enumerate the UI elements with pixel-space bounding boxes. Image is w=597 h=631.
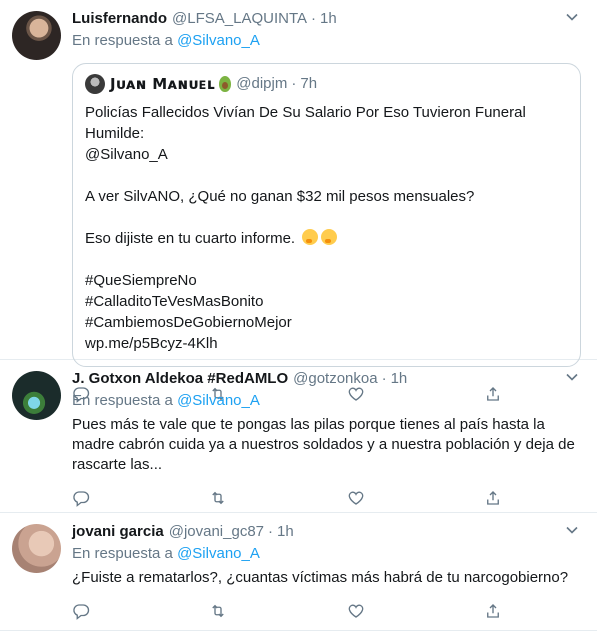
retweet-icon[interactable] (209, 602, 227, 620)
quoted-avatar (85, 74, 105, 94)
reply-prefix: En respuesta a (72, 545, 178, 562)
author-name[interactable]: jovani garcia (72, 522, 164, 542)
reply-prefix: En respuesta a (72, 392, 178, 409)
heart-icon[interactable] (347, 602, 365, 620)
chevron-down-icon[interactable] (565, 10, 579, 24)
author-handle[interactable]: @LFSA_LAQUINTA (172, 9, 307, 29)
reply-prefix: En respuesta a (72, 32, 178, 49)
avocado-icon (219, 76, 232, 92)
avatar[interactable] (12, 371, 61, 420)
quoted-tweet-header: Jᴜᴀɴ Mᴀɴᴜᴇʟ @dipjm · 7h (85, 74, 568, 94)
timestamp[interactable]: 1h (391, 369, 408, 389)
quoted-tweet-text: Policías Fallecidos Vivían De Su Salario… (85, 102, 568, 354)
separator-dot: · (381, 370, 387, 387)
quoted-author-name: Jᴜᴀɴ Mᴀɴᴜᴇʟ (110, 75, 216, 93)
tweet-header: jovani garcia @jovani_gc87 · 1h (72, 522, 581, 542)
quoted-timestamp: 7h (300, 75, 318, 92)
retweet-icon[interactable] (209, 489, 227, 507)
reply-context: En respuesta a @Silvano_A (72, 544, 581, 564)
separator-dot: · (291, 75, 297, 92)
chevron-down-icon[interactable] (565, 523, 579, 537)
author-handle[interactable]: @jovani_gc87 (169, 522, 264, 542)
reply-user-link[interactable]: @Silvano_A (177, 392, 260, 409)
quoted-text-hashtags[interactable]: #QueSiempreNo #CalladitoTeVesMasBonito #… (85, 272, 292, 352)
timestamp[interactable]: 1h (277, 522, 294, 542)
thinking-face-icon (321, 229, 338, 245)
quoted-tweet[interactable]: Jᴜᴀɴ Mᴀɴᴜᴇʟ @dipjm · 7h Policías Falleci… (72, 63, 581, 367)
reply-icon[interactable] (72, 602, 90, 620)
reply-icon[interactable] (72, 489, 90, 507)
tweet-text: ¿Fuiste a rematarlos?, ¿cuantas víctimas… (72, 569, 569, 586)
author-name[interactable]: Luisfernando (72, 9, 167, 29)
timestamp[interactable]: 1h (320, 9, 337, 29)
quoted-author-handle: @dipjm (236, 75, 288, 92)
tweet-2[interactable]: J. Gotxon Aldekoa #RedAMLO @gotzonkoa · … (0, 360, 597, 513)
thinking-face-icon (302, 229, 319, 245)
avatar[interactable] (12, 524, 61, 573)
avatar[interactable] (12, 11, 61, 60)
tweet-3[interactable]: jovani garcia @jovani_gc87 · 1h En respu… (0, 513, 597, 631)
share-icon[interactable] (484, 489, 502, 507)
tweet-1[interactable]: Luisfernando @LFSA_LAQUINTA · 1h En resp… (0, 0, 597, 403)
author-name[interactable]: J. Gotxon Aldekoa #RedAMLO (72, 369, 288, 389)
separator-dot: · (311, 10, 317, 27)
chevron-down-icon[interactable] (565, 370, 579, 384)
tweet-header: Luisfernando @LFSA_LAQUINTA · 1h (72, 9, 581, 29)
reply-user-link[interactable]: @Silvano_A (177, 545, 260, 562)
quoted-text-main: Policías Fallecidos Vivían De Su Salario… (85, 104, 526, 247)
tweet-header: J. Gotxon Aldekoa #RedAMLO @gotzonkoa · … (72, 369, 581, 389)
share-icon[interactable] (484, 602, 502, 620)
separator-dot: · (268, 523, 274, 540)
reply-context: En respuesta a @Silvano_A (72, 391, 581, 411)
reply-context: En respuesta a @Silvano_A (72, 31, 581, 51)
author-handle[interactable]: @gotzonkoa (293, 369, 377, 389)
reply-user-link[interactable]: @Silvano_A (177, 32, 260, 49)
tweet-text: Pues más te vale que te pongas las pilas… (72, 416, 579, 473)
heart-icon[interactable] (347, 489, 365, 507)
tweet-actions (72, 590, 502, 631)
